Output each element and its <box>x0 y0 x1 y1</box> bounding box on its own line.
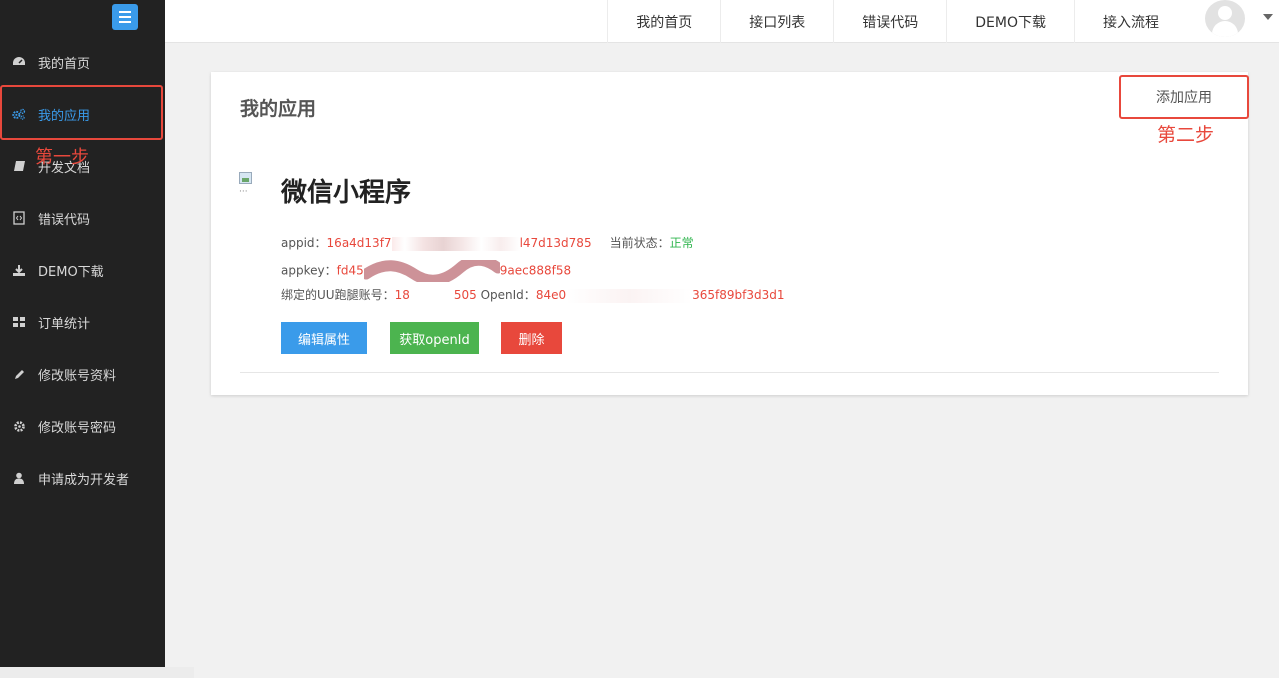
sidebar-item-my-apps[interactable]: 我的应用 <box>0 88 165 140</box>
sidebar-item-error-codes[interactable]: 错误代码 <box>0 192 165 244</box>
pencil-icon <box>12 367 26 381</box>
app-logo-image: ··· <box>239 172 253 202</box>
code-file-icon <box>12 211 26 225</box>
redaction-mask <box>363 260 500 282</box>
avatar-head <box>1218 6 1232 20</box>
appid-value-start: 16a4d13f7 <box>326 236 392 250</box>
sidebar-nav: 我的首页 我的应用 开发文档 错误代码 DEMO下载 订单统计 修改账号资料 修… <box>0 36 165 504</box>
sidebar-item-demo-download[interactable]: DEMO下载 <box>0 244 165 296</box>
delete-button[interactable]: 删除 <box>501 322 562 354</box>
topnav-integration-flow[interactable]: 接入流程 <box>1074 0 1187 43</box>
user-icon <box>12 471 26 485</box>
hamburger-icon-bar <box>119 16 131 18</box>
page-title: 我的应用 <box>240 98 317 120</box>
hamburger-icon-bar <box>119 21 131 23</box>
redaction-mask <box>566 288 693 303</box>
sidebar-item-become-developer[interactable]: 申请成为开发者 <box>0 452 165 504</box>
sidebar-item-label: 订单统计 <box>38 316 91 332</box>
menu-toggle-button[interactable] <box>112 4 138 30</box>
step2-annotation: 第二步 <box>1157 124 1215 146</box>
grid-icon <box>12 315 26 329</box>
edit-properties-button[interactable]: 编辑属性 <box>281 322 367 354</box>
sidebar-item-label: 修改账号密码 <box>38 420 117 436</box>
bound-account-row: 绑定的UU跑腿账号：18 505 OpenId：84e0 365f89bf3d3d1 <box>281 286 785 303</box>
divider <box>240 372 1219 373</box>
bound-account-value-end: 505 <box>453 288 477 302</box>
sidebar-item-change-password[interactable]: 修改账号密码 <box>0 400 165 452</box>
sidebar-item-edit-profile[interactable]: 修改账号资料 <box>0 348 165 400</box>
sidebar-item-label: 申请成为开发者 <box>38 472 130 488</box>
horizontal-scrollbar[interactable] <box>0 667 194 678</box>
gears-icon <box>12 107 26 121</box>
topnav-demo-download[interactable]: DEMO下载 <box>946 0 1074 43</box>
hamburger-icon <box>119 11 131 13</box>
sidebar: 我的首页 我的应用 开发文档 错误代码 DEMO下载 订单统计 修改账号资料 修… <box>0 0 165 667</box>
top-nav-links: 我的首页 接口列表 错误代码 DEMO下载 接入流程 <box>607 0 1187 43</box>
sidebar-item-label: 我的应用 <box>38 108 91 124</box>
gear-icon <box>12 419 26 433</box>
openid-label: OpenId： <box>480 288 536 302</box>
status-label: 当前状态： <box>609 236 670 250</box>
sidebar-item-label: DEMO下载 <box>38 264 104 280</box>
topnav-api-list[interactable]: 接口列表 <box>720 0 833 43</box>
broken-image-icon <box>239 172 252 184</box>
avatar[interactable] <box>1205 0 1245 37</box>
appid-label: appid： <box>281 236 327 250</box>
status-badge: 正常 <box>669 236 694 250</box>
add-app-button[interactable]: 添加应用 <box>1119 75 1249 119</box>
dashboard-icon <box>12 55 26 69</box>
image-alt-dots: ··· <box>239 187 248 197</box>
avatar-body <box>1212 21 1238 37</box>
chevron-down-icon[interactable] <box>1263 14 1273 20</box>
book-icon <box>12 159 26 173</box>
openid-value-start: 84e0 <box>535 288 567 302</box>
get-openid-button[interactable]: 获取openId <box>390 322 479 354</box>
appid-row: appid：16a4d13f7 l47d13d785 当前状态：正常 <box>281 234 694 251</box>
bound-account-value-start: 18 <box>394 288 410 302</box>
redaction-mask <box>409 288 454 303</box>
topnav-home[interactable]: 我的首页 <box>607 0 720 43</box>
top-navbar: 我的首页 接口列表 错误代码 DEMO下载 接入流程 <box>165 0 1279 43</box>
sidebar-item-order-stats[interactable]: 订单统计 <box>0 296 165 348</box>
topnav-error-codes[interactable]: 错误代码 <box>833 0 946 43</box>
sidebar-item-label: 修改账号资料 <box>38 368 117 384</box>
appid-value-end: l47d13d785 <box>519 236 592 250</box>
appkey-row: appkey：fd45 9aec888f58 <box>281 260 571 282</box>
appkey-value-end: 9aec888f58 <box>499 263 572 278</box>
sidebar-item-home[interactable]: 我的首页 <box>0 36 165 88</box>
redaction-mask <box>391 236 520 251</box>
appkey-value-start: fd45 <box>336 263 364 278</box>
appkey-label: appkey： <box>281 263 337 278</box>
step1-annotation: 第一步 <box>35 147 89 168</box>
download-icon <box>12 263 26 277</box>
bound-account-label: 绑定的UU跑腿账号： <box>281 288 395 302</box>
sidebar-item-label: 错误代码 <box>38 212 91 228</box>
openid-value-end: 365f89bf3d3d1 <box>692 288 785 302</box>
my-apps-panel: 我的应用 添加应用 第二步 ··· 微信小程序 appid：16a4d13f7 l… <box>211 72 1249 395</box>
app-name: 微信小程序 <box>281 178 412 208</box>
sidebar-item-label: 我的首页 <box>38 56 91 72</box>
